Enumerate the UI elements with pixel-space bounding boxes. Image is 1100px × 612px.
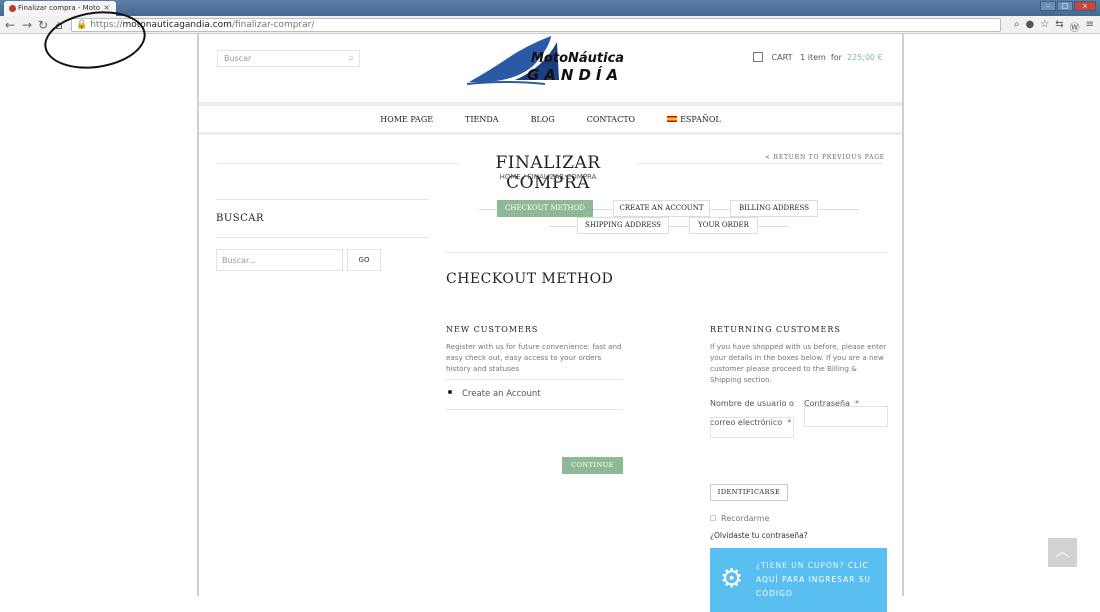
returning-customers-heading: RETURNING CUSTOMERS [710,325,841,334]
radio-selected-icon[interactable] [448,390,452,394]
sidebar-go-button[interactable]: GO [347,249,381,271]
checkout-method-heading: CHECKOUT METHOD [446,271,614,287]
nav-item-blog[interactable]: BLOG [531,115,555,132]
sidebar-divider [216,237,429,238]
nav-item-tienda[interactable]: TIENDA [465,115,499,132]
continue-button[interactable]: CONTINUE [562,457,623,474]
window-close-icon[interactable]: × [1074,1,1096,11]
login-fields: Nombre de usuario o correo electrónico *… [710,391,888,447]
new-customers-divider [446,409,623,410]
header-search-placeholder: Buscar [224,54,252,63]
minimize-icon[interactable]: – [1040,1,1056,11]
step-create-account[interactable]: CREATE AN ACCOUNT [613,200,710,217]
remember-me[interactable]: Recordarme [710,514,769,523]
sidebar: BUSCAR Buscar... GO [216,199,429,271]
sidebar-heading: BUSCAR [216,213,265,224]
nav-item-contacto[interactable]: CONTACTO [587,115,635,132]
sidebar-search-input[interactable]: Buscar... [216,249,343,271]
new-customers-text: Register with us for future convenience:… [446,342,622,373]
new-customers-section: NEW CUSTOMERS Register with us for futur… [446,325,623,474]
forward-arrow-icon[interactable]: → [22,18,32,32]
coupon-question: ¿TIENE UN CUPÓN? [756,561,845,570]
extension-icon[interactable]: ● [1026,19,1035,34]
username-field-group: Nombre de usuario o correo electrónico * [710,391,794,438]
username-input[interactable] [710,417,794,438]
login-button[interactable]: IDENTIFICARSE [710,484,788,501]
password-field-group: Contraseña * [804,391,888,427]
bookmark-star-icon[interactable]: ☆ [1040,19,1049,34]
browser-extension-icons: ⌕ ● ☆ ⇆ Ⓦ ≡ [1014,19,1094,34]
window-controls: – □ × [1040,1,1096,11]
maximize-icon[interactable]: □ [1057,1,1073,11]
search-icon[interactable]: ⌕ [348,53,354,64]
cart-for: for [830,53,842,62]
cart-bag-icon [753,52,763,62]
returning-customers-text: If you have shopped with us before, plea… [710,342,887,384]
reload-icon[interactable]: ↻ [38,18,48,32]
nav-divider [199,132,902,135]
logo-line1: MotoNáutica [531,51,624,66]
browser-toolbar: ← → ↻ ⌂ 🔒 https://motonauticagandia.com/f… [0,16,1100,34]
site-favicon-icon [9,5,16,12]
password-input[interactable] [804,406,888,427]
coupon-box[interactable]: ⚙ ¿TIENE UN CUPÓN? CLIC AQUÍ PARA INGRES… [710,548,887,612]
cart-label: CART [771,53,793,62]
step-shipping-address[interactable]: SHIPPING ADDRESS [577,217,669,234]
gear-icon: ⚙ [720,564,745,594]
remember-checkbox[interactable] [710,515,716,521]
checkout-steps: CHECKOUT METHOD CREATE AN ACCOUNT BILLIN… [479,200,859,240]
returning-customers-section: RETURNING CUSTOMERS If you have shopped … [710,325,888,612]
cart-total: 225,00 € [847,53,883,62]
return-link[interactable]: < RETURN TO PREVIOUS PAGE [760,154,885,161]
tab-title: Finalizar compra - Moto [18,4,101,12]
logo-line2: GANDÍA [527,65,623,84]
nav-item-home[interactable]: HOME PAGE [380,115,433,132]
create-account-label: Create an Account [462,389,541,399]
scroll-to-top-button[interactable]: ︿ [1048,538,1077,567]
cart-items: 1 item [800,53,826,62]
step-checkout-method[interactable]: CHECKOUT METHOD [497,200,593,217]
nav-item-language[interactable]: ESPAÑOL [667,115,721,132]
remember-label: Recordarme [721,514,770,523]
address-bar[interactable]: 🔒 https://motonauticagandia.com/finalizar… [71,18,1001,32]
language-label: ESPAÑOL [680,115,721,124]
content-divider [446,252,887,253]
header-search-input[interactable]: Buscar ⌕ [217,50,360,67]
step-your-order[interactable]: YOUR ORDER [689,217,758,234]
new-customers-divider [446,379,623,380]
back-arrow-icon[interactable]: ← [5,18,15,32]
step-billing-address[interactable]: BILLING ADDRESS [730,200,818,217]
zoom-icon[interactable]: ⌕ [1014,19,1020,34]
chevron-up-icon: ︿ [1055,544,1070,560]
translate-icon[interactable]: ⇆ [1055,19,1063,34]
header-cart[interactable]: CART 1 item for 225,00 € [753,52,883,62]
spain-flag-icon [667,116,678,122]
url-path: /finalizar-comprar/ [231,20,315,30]
sail-logo-icon: MotoNáutica GANDÍA [466,36,624,85]
create-account-option[interactable]: Create an Account [446,389,623,399]
sidebar-divider [216,199,429,200]
lost-password-link[interactable]: ¿Olvidaste tu contraseña? [710,531,808,540]
main-navigation: HOME PAGE TIENDA BLOG CONTACTO ESPAÑOL [199,106,902,132]
new-customers-heading: NEW CUSTOMERS [446,325,539,334]
site-logo[interactable]: MotoNáutica GANDÍA [465,34,631,86]
wordpress-icon[interactable]: Ⓦ [1070,19,1080,34]
browser-titlebar: Finalizar compra - Moto × – □ × [0,0,1100,16]
breadcrumb[interactable]: HOME / FINALIZAR COMPRA [458,173,638,181]
page-container: Buscar ⌕ MotoNáutica GANDÍA CART 1 item … [197,34,904,612]
menu-icon[interactable]: ≡ [1086,19,1094,34]
